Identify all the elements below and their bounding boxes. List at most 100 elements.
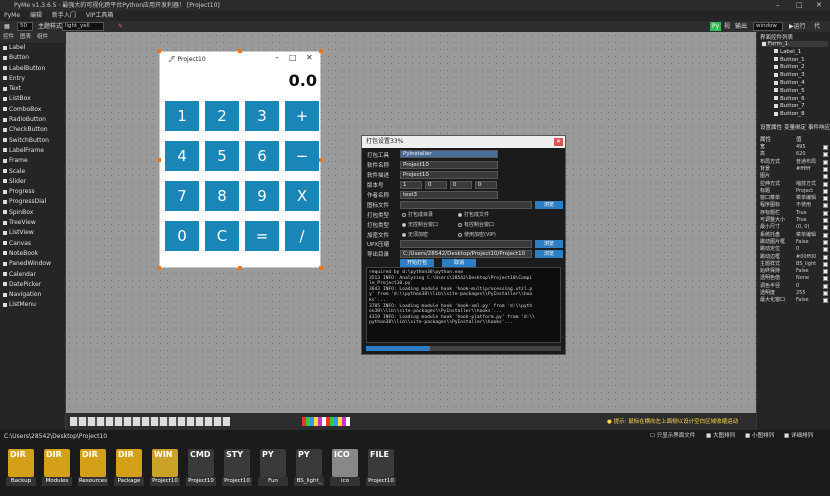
tab-properties[interactable]: 设置属性 — [760, 123, 782, 131]
size-field[interactable]: 50 — [17, 22, 33, 31]
property-edit-icon[interactable] — [823, 269, 828, 275]
pack-tool-select[interactable]: Pyinstaller — [400, 150, 498, 158]
property-edit-icon[interactable] — [823, 261, 828, 267]
widget-item-scale[interactable]: Scale — [0, 167, 65, 177]
property-edit-icon[interactable] — [823, 203, 828, 209]
resize-handle[interactable] — [319, 49, 323, 53]
calc-key[interactable]: 4 — [165, 141, 199, 171]
widget-item-text[interactable]: Text — [0, 84, 65, 94]
tree-item[interactable]: Button_5 — [774, 88, 805, 94]
property-value[interactable]: 495 — [796, 144, 806, 151]
widget-item-labelframe[interactable]: LabelFrame — [0, 146, 65, 156]
property-value[interactable]: 不使用 — [796, 202, 811, 209]
property-value[interactable]: False — [796, 239, 809, 246]
widget-item-label[interactable]: Label — [0, 43, 65, 53]
property-row[interactable]: 主题样式 BS_light — [760, 261, 830, 268]
tree-item[interactable]: Button_7 — [774, 103, 805, 109]
form-preview[interactable]: 🖋 Project10 – □ ✕ 0.0 1 2 3 +4 5 6− 7 8 9 X 0 C = / — [159, 51, 321, 268]
widget-item-listmenu[interactable]: ListMenu — [0, 300, 65, 310]
large-view[interactable]: ■ 大图排列 — [706, 430, 735, 443]
output-button[interactable]: 输出 — [733, 22, 749, 31]
calc-key[interactable]: 9 — [245, 181, 279, 211]
property-row[interactable]: 背景 #ffffff — [760, 166, 830, 173]
tree-item[interactable]: Button_1 — [774, 57, 805, 63]
radio-encrypt-vip[interactable]: 使用加密(VIP) — [458, 231, 496, 238]
widget-item-panedwindow[interactable]: PanedWindow — [0, 259, 65, 269]
maximize-icon[interactable]: □ — [796, 0, 803, 11]
current-path[interactable]: C:\Users\28542\Desktop\Project10 — [4, 430, 107, 443]
widget-item-labelbutton[interactable]: LabelButton — [0, 64, 65, 74]
property-edit-icon[interactable] — [823, 145, 828, 150]
property-value[interactable]: True — [796, 217, 807, 224]
property-edit-icon[interactable] — [823, 181, 828, 187]
property-edit-icon[interactable] — [823, 174, 828, 180]
radio-console[interactable]: 有控制台窗口 — [458, 221, 494, 228]
only-ui-files[interactable]: ☐ 只显示界面文件 — [650, 430, 695, 443]
widget-item-radiobutton[interactable]: RadioButton — [0, 115, 65, 125]
version-major[interactable]: 1 — [400, 181, 422, 189]
calc-key[interactable]: 0 — [165, 221, 199, 251]
menu-edit[interactable]: 编辑 — [26, 11, 46, 21]
property-row[interactable]: 图片 — [760, 173, 830, 180]
property-row[interactable]: 存标题栏 True — [760, 210, 830, 217]
property-value[interactable]: 255 — [796, 290, 806, 297]
property-value[interactable]: 620 — [796, 151, 806, 158]
detail-view[interactable]: ■ 详细排列 — [784, 430, 813, 443]
file-item[interactable]: FILE Project10 — [366, 447, 396, 486]
resize-handle[interactable] — [238, 49, 242, 53]
tree-item[interactable]: Button_3 — [774, 72, 805, 78]
tab-events[interactable]: 事件响应 — [808, 123, 830, 131]
menu-vip-tools[interactable]: VIP工具箱 — [82, 11, 118, 21]
calc-key[interactable]: 5 — [205, 141, 239, 171]
file-item[interactable]: DIR Resources — [78, 447, 108, 486]
start-pack-button[interactable]: 开始打包 — [400, 259, 434, 267]
property-value[interactable]: #00ff00 — [796, 254, 816, 261]
version-patch[interactable]: 0 — [450, 181, 472, 189]
tab-charts[interactable]: 图表 — [17, 32, 34, 43]
property-row[interactable]: 最小尺寸 (0, 0) — [760, 224, 830, 231]
tab-widgets[interactable]: 控件 — [0, 32, 17, 43]
property-row[interactable]: 最大化窗口 False — [760, 297, 830, 304]
menu-beginner[interactable]: 新手入门 — [48, 11, 80, 21]
calc-key[interactable]: = — [245, 221, 279, 251]
property-value[interactable]: True — [796, 210, 807, 217]
browse-upx-button[interactable]: 浏览 — [535, 240, 563, 248]
tree-item[interactable]: Button_4 — [774, 80, 805, 86]
file-item[interactable]: PY Fun — [258, 447, 288, 486]
tree-item[interactable]: Button_8 — [774, 111, 805, 117]
widget-item-combobox[interactable]: ComboBox — [0, 105, 65, 115]
property-value[interactable]: 普通布局 — [796, 159, 816, 166]
widget-item-treeview[interactable]: TreeView — [0, 218, 65, 228]
property-edit-icon[interactable] — [823, 254, 828, 260]
file-item[interactable]: DIR Backup — [6, 447, 36, 486]
tree-item[interactable]: Button_2 — [774, 64, 805, 70]
widget-item-canvas[interactable]: Canvas — [0, 239, 65, 249]
property-row[interactable]: 高 620 — [760, 151, 830, 158]
calc-key[interactable]: 3 — [245, 101, 279, 131]
property-value[interactable]: 缩放方式 — [796, 181, 816, 188]
property-edit-icon[interactable] — [823, 247, 828, 253]
property-edit-icon[interactable] — [823, 291, 828, 296]
form-maximize-icon[interactable]: □ — [289, 53, 297, 62]
property-value[interactable]: 0 — [796, 283, 799, 290]
tree-item[interactable]: Button_6 — [774, 96, 805, 102]
property-edit-icon[interactable] — [823, 276, 828, 282]
property-edit-icon[interactable] — [823, 225, 828, 231]
menu-pyme[interactable]: PyMe — [0, 11, 24, 21]
widget-item-button[interactable]: Button — [0, 53, 65, 63]
property-value[interactable]: None — [796, 275, 809, 282]
property-edit-icon[interactable] — [823, 188, 828, 194]
close-icon[interactable]: ✕ — [816, 0, 822, 11]
pack-close-icon[interactable]: ✕ — [554, 138, 563, 146]
tree-item[interactable]: Form_1 — [762, 41, 828, 47]
widget-item-listview[interactable]: ListView — [0, 228, 65, 238]
property-value[interactable]: BS_light — [796, 261, 816, 268]
property-edit-icon[interactable] — [823, 298, 828, 304]
property-edit-icon[interactable] — [823, 210, 828, 216]
widget-item-progress[interactable]: Progress — [0, 187, 65, 197]
file-item[interactable]: WIN Project10 — [150, 447, 180, 486]
property-row[interactable]: 跳动图片框 False — [760, 239, 830, 246]
tab-components[interactable]: 组件 — [34, 32, 51, 43]
form-minimize-icon[interactable]: – — [275, 53, 279, 62]
output-dir-field[interactable]: C:/Users/28542/Desktop/Project10/Project… — [400, 250, 532, 258]
